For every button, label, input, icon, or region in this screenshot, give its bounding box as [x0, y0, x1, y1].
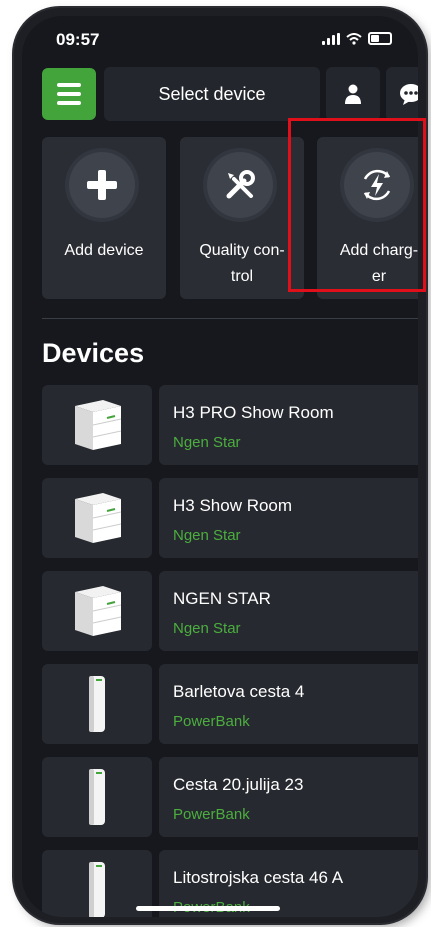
- wifi-icon: [346, 32, 362, 45]
- chat-button[interactable]: [386, 67, 418, 121]
- battery-cabinet-image: [75, 400, 122, 450]
- profile-button[interactable]: [326, 67, 380, 121]
- device-name: H3 Show Room: [173, 496, 293, 515]
- devices-title: Devices: [42, 338, 145, 368]
- device-type: PowerBank: [173, 713, 250, 730]
- device-type: Ngen Star: [173, 434, 241, 451]
- device-type: Ngen Star: [173, 620, 241, 637]
- add-charger-circle: [344, 152, 410, 218]
- device-thumbnail: [42, 571, 152, 651]
- powerbank-tower-image: [89, 862, 105, 917]
- device-row[interactable]: H3 PRO Show Room Ngen Star: [42, 385, 418, 465]
- device-type: PowerBank: [173, 806, 250, 823]
- device-row[interactable]: Cesta 20.julija 23 PowerBank: [42, 757, 418, 837]
- add-charger-card[interactable]: Add charg- er: [317, 137, 418, 299]
- add-device-circle: [69, 152, 135, 218]
- device-info: H3 Show Room Ngen Star: [159, 478, 418, 558]
- device-name: Barletova cesta 4: [173, 682, 305, 701]
- device-thumbnail: [42, 385, 152, 465]
- home-indicator[interactable]: [136, 906, 280, 911]
- powerbank-tower-image: [89, 676, 105, 732]
- device-row[interactable]: Barletova cesta 4 PowerBank: [42, 664, 418, 744]
- header-title: Select device: [158, 83, 266, 104]
- charger-bolt-icon: [363, 169, 391, 201]
- device-row[interactable]: H3 Show Room Ngen Star: [42, 478, 418, 558]
- user-icon: [345, 84, 361, 104]
- status-icons: [322, 32, 392, 45]
- device-type: Ngen Star: [173, 527, 241, 544]
- device-info: Cesta 20.julija 23 PowerBank: [159, 757, 418, 837]
- tools-icon: [226, 170, 255, 199]
- add-charger-label: Add charg- er: [339, 242, 418, 285]
- status-time: 09:57: [56, 30, 100, 49]
- device-thumbnail: [42, 478, 152, 558]
- device-info: H3 PRO Show Room Ngen Star: [159, 385, 418, 465]
- device-name: Cesta 20.julija 23: [173, 775, 304, 794]
- battery-icon: [368, 32, 392, 45]
- device-info: NGEN STAR Ngen Star: [159, 571, 418, 651]
- plus-icon: [87, 170, 117, 200]
- battery-cabinet-image: [75, 493, 122, 543]
- quality-control-circle: [207, 152, 273, 218]
- device-thumbnail: [42, 757, 152, 837]
- phone-frame: 09:57 Select device Add device Quality c…: [14, 8, 426, 923]
- device-name: Litostrojska cesta 46 A: [173, 868, 344, 887]
- device-name: NGEN STAR: [173, 589, 271, 608]
- device-name: H3 PRO Show Room: [173, 403, 334, 422]
- signal-icon: [322, 32, 340, 45]
- battery-cabinet-image: [75, 586, 122, 636]
- add-device-card[interactable]: Add device: [42, 137, 166, 299]
- menu-button[interactable]: [42, 68, 96, 120]
- section-divider: [42, 318, 418, 319]
- select-device-button[interactable]: Select device: [104, 67, 320, 121]
- status-bar: 09:57: [22, 30, 418, 54]
- app-screen: 09:57 Select device Add device Quality c…: [22, 16, 418, 917]
- add-device-label: Add device: [64, 242, 144, 259]
- chat-bubble-icon: [400, 84, 418, 105]
- powerbank-tower-image: [89, 769, 105, 825]
- device-row[interactable]: NGEN STAR Ngen Star: [42, 571, 418, 651]
- quality-control-card[interactable]: Quality con- trol: [180, 137, 304, 299]
- device-info: Barletova cesta 4 PowerBank: [159, 664, 418, 744]
- device-thumbnail: [42, 664, 152, 744]
- quality-control-label: Quality con- trol: [199, 242, 285, 285]
